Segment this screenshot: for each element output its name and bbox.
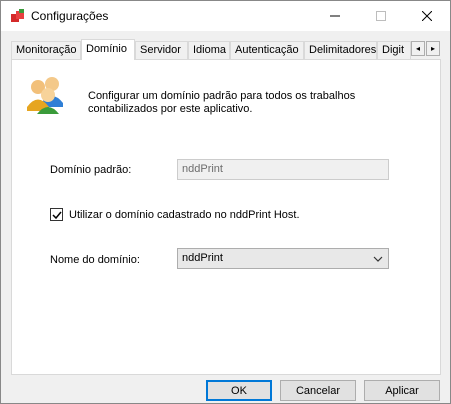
maximize-icon [376,11,386,21]
domain-tab-panel: Configurar um domínio padrão para todos … [11,59,441,375]
domain-name-value: nddPrint [182,252,223,264]
minimize-icon [330,15,340,17]
tab-dominio[interactable]: Domínio [81,39,135,60]
default-domain-field: nddPrint [177,159,389,180]
cancel-button[interactable]: Cancelar [280,380,356,401]
settings-window: Configurações Monitoração Domínio Servid… [0,0,451,404]
tab-servidor[interactable]: Servidor [135,41,188,59]
arrow-left-icon: ◂ [415,44,420,53]
tab-delimitadores[interactable]: Delimitadores [304,41,377,59]
tab-idioma[interactable]: Idioma [188,41,230,59]
tab-monitoracao[interactable]: Monitoração [11,41,81,59]
tab-scroll-right-button[interactable]: ▸ [426,41,440,56]
tab-digit[interactable]: Digit [377,41,411,59]
domain-name-label: Nome do domínio: [50,254,140,266]
apply-button[interactable]: Aplicar [364,380,440,401]
checkmark-icon [51,211,62,219]
panel-description: Configurar um domínio padrão para todos … [88,90,356,115]
app-cube-icon [11,9,24,22]
maximize-button[interactable] [358,1,404,31]
domain-name-select[interactable]: nddPrint [177,248,389,269]
use-host-checkbox[interactable] [50,208,63,221]
chevron-down-icon [373,256,383,262]
minimize-button[interactable] [312,1,358,31]
title-bar: Configurações [1,1,450,31]
tab-autenticacao[interactable]: Autenticação [230,41,304,59]
close-button[interactable] [404,1,450,31]
users-icon [27,77,63,114]
ok-button[interactable]: OK [206,380,272,401]
arrow-right-icon: ▸ [430,44,435,53]
tab-strip: Monitoração Domínio Servidor Idioma Aute… [11,39,441,60]
window-title: Configurações [31,9,109,23]
close-icon [422,11,432,21]
use-host-label[interactable]: Utilizar o domínio cadastrado no nddPrin… [69,209,300,221]
default-domain-label: Domínio padrão: [50,164,132,176]
tab-scroll-left-button[interactable]: ◂ [411,41,425,56]
